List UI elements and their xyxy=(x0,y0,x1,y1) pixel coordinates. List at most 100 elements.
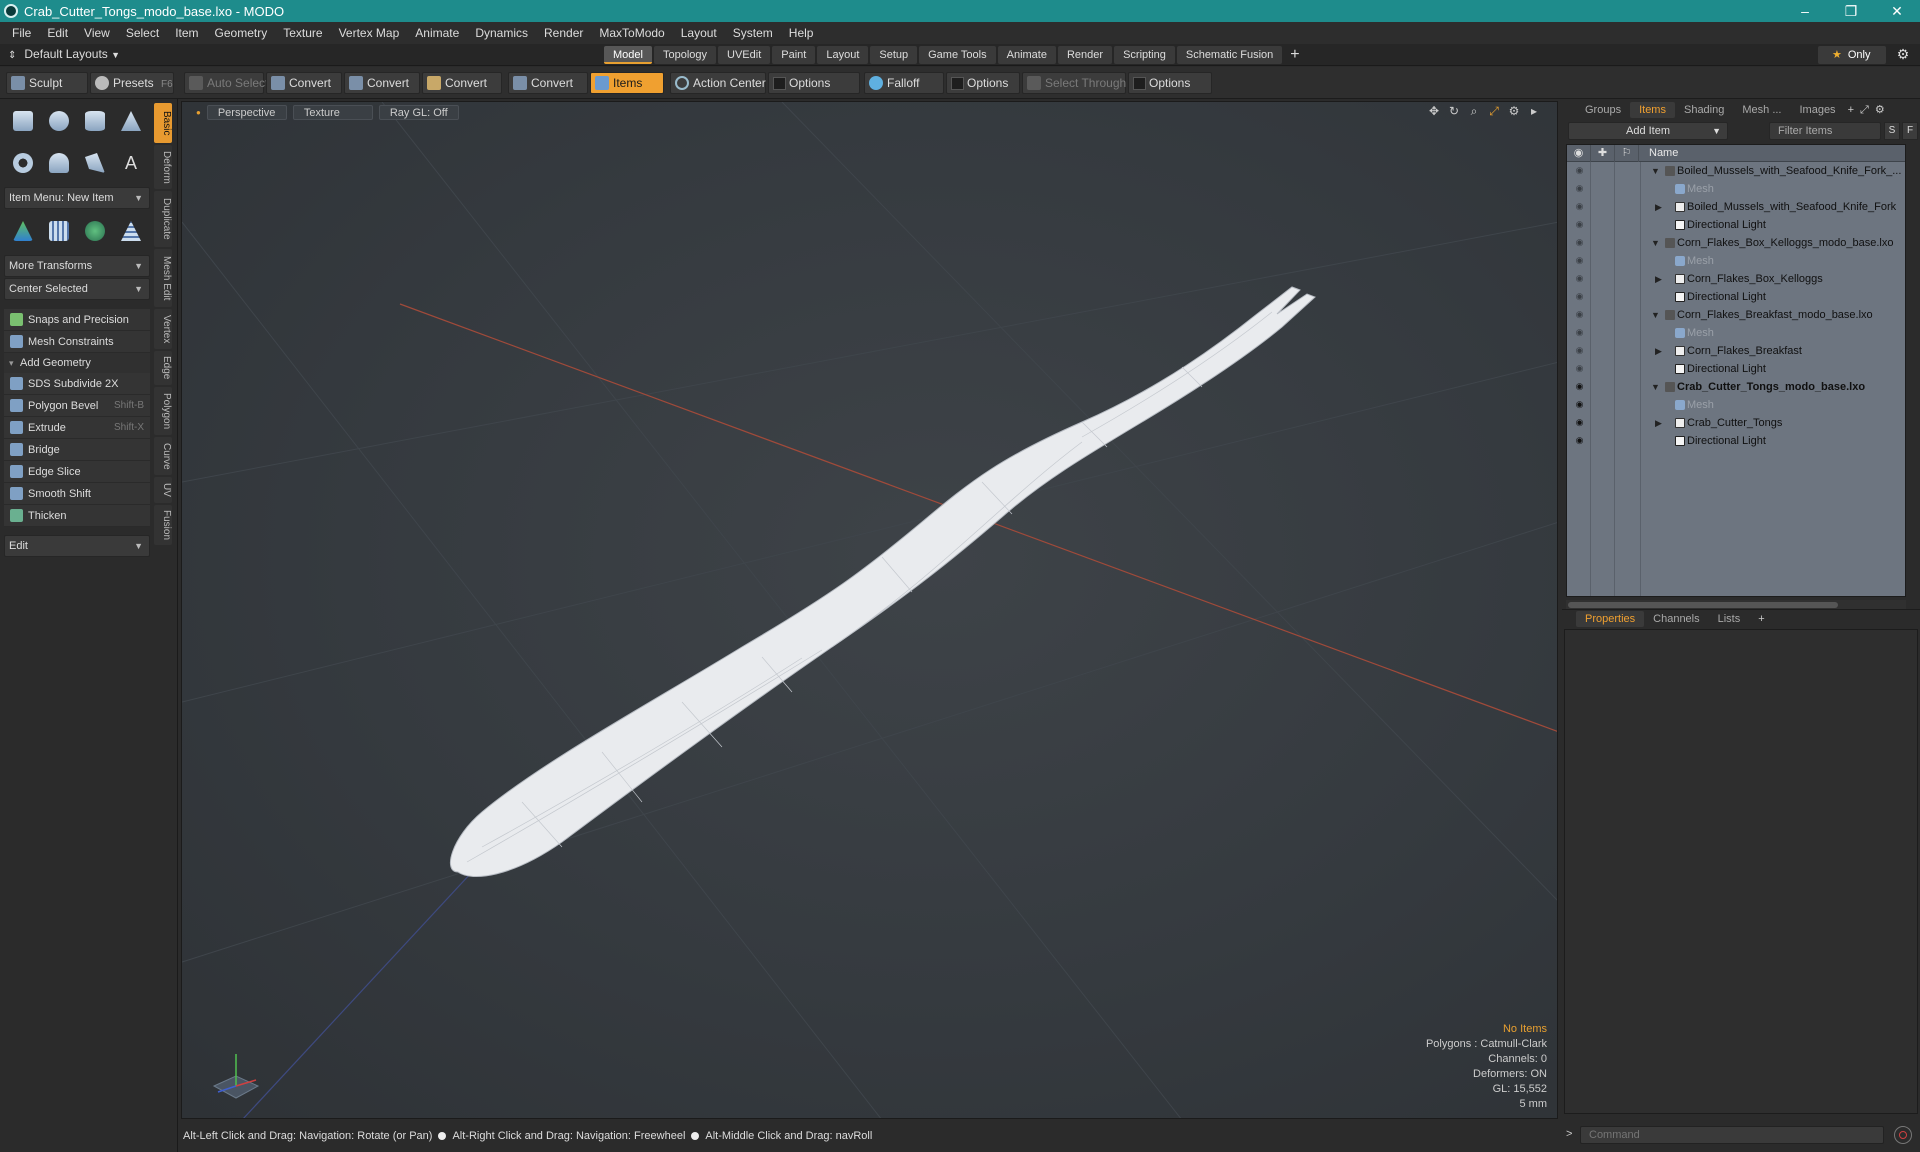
extrude-tool[interactable]: Extrude Shift-X xyxy=(4,417,150,439)
tab-shading[interactable]: Shading xyxy=(1675,102,1733,118)
menu-select[interactable]: Select xyxy=(118,22,167,44)
convert-edges-button[interactable]: Convert xyxy=(344,72,420,94)
tab-game-tools[interactable]: Game Tools xyxy=(919,46,996,64)
tab-lists[interactable]: Lists xyxy=(1709,611,1750,627)
expand-triangle-icon[interactable]: ▶ xyxy=(1655,342,1662,360)
collapse-triangle-icon[interactable]: ▼ xyxy=(1651,234,1660,252)
visibility-eye-icon[interactable]: ◉ xyxy=(1574,435,1585,446)
viewport-menu-dot[interactable]: ● xyxy=(196,108,201,117)
visibility-eye-icon[interactable]: ◉ xyxy=(1574,381,1585,392)
cone-tool[interactable] xyxy=(114,105,148,137)
select-through-options[interactable]: Options xyxy=(1128,72,1212,94)
tab-topology[interactable]: Topology xyxy=(653,46,717,64)
pen-tool[interactable] xyxy=(78,147,112,179)
render-column-icon[interactable]: ⚐ xyxy=(1615,145,1639,162)
f-button[interactable]: F xyxy=(1902,122,1918,140)
tree-row[interactable]: ◉ Directional Light xyxy=(1567,216,1905,234)
tree-row[interactable]: ◉ Directional Light xyxy=(1567,288,1905,306)
collapse-triangle-icon[interactable]: ▼ xyxy=(1651,378,1660,396)
polygon-bevel-tool[interactable]: Polygon Bevel Shift-B xyxy=(4,395,150,417)
add-tab-icon[interactable]: + xyxy=(1845,102,1857,118)
tab-groups[interactable]: Groups xyxy=(1576,102,1630,118)
shading-dropdown[interactable]: Texture xyxy=(292,104,373,120)
menu-item[interactable]: Item xyxy=(167,22,206,44)
tree-row[interactable]: ◉ Directional Light xyxy=(1567,360,1905,378)
tab-uvedit[interactable]: UVEdit xyxy=(718,46,771,64)
sds-subdivide-tool[interactable]: SDS Subdivide 2X xyxy=(4,373,150,395)
visibility-eye-icon[interactable]: ◉ xyxy=(1574,345,1585,356)
vtab-deform[interactable]: Deform xyxy=(154,145,172,189)
view-mode-dropdown[interactable]: Perspective xyxy=(206,104,287,120)
menu-system[interactable]: System xyxy=(725,22,781,44)
menu-help[interactable]: Help xyxy=(781,22,822,44)
gear-icon[interactable]: ⚙ xyxy=(1894,46,1912,64)
vtab-edge[interactable]: Edge xyxy=(154,351,172,385)
menu-view[interactable]: View xyxy=(76,22,118,44)
maximize-button[interactable]: ❐ xyxy=(1828,0,1874,22)
vtab-duplicate[interactable]: Duplicate xyxy=(154,191,172,247)
filter-items-input[interactable]: Filter Items xyxy=(1769,122,1881,140)
tree-row[interactable]: ◉ Mesh xyxy=(1567,180,1905,198)
tree-row[interactable]: ◉ Directional Light xyxy=(1567,432,1905,450)
tree-row[interactable]: ◉ Mesh xyxy=(1567,396,1905,414)
vtab-curve[interactable]: Curve xyxy=(154,437,172,475)
tree-row[interactable]: ◉ ▼ Corn_Flakes_Breakfast_modo_base.lxo xyxy=(1567,306,1905,324)
action-center-button[interactable]: Action Center xyxy=(670,72,766,94)
tab-render[interactable]: Render xyxy=(1057,46,1113,64)
visibility-eye-icon[interactable]: ◉ xyxy=(1574,309,1585,320)
cube-tool[interactable] xyxy=(6,105,40,137)
maximize-viewport-icon[interactable]: ⤢ xyxy=(1487,104,1501,118)
tree-row[interactable]: ◉ ▼ Corn_Flakes_Box_Kelloggs_modo_base.lxo xyxy=(1567,234,1905,252)
visibility-eye-icon[interactable]: ◉ xyxy=(1574,201,1585,212)
sphere-tool[interactable] xyxy=(42,105,76,137)
ruler-tool[interactable] xyxy=(114,215,148,247)
vtab-uv[interactable]: UV xyxy=(154,477,172,503)
menu-layout[interactable]: Layout xyxy=(673,22,725,44)
tree-row[interactable]: ◉ ▼ Boiled_Mussels_with_Seafood_Knife_Fork… xyxy=(1567,162,1905,180)
tab-channels[interactable]: Channels xyxy=(1644,611,1708,627)
falloff-options[interactable]: Options xyxy=(946,72,1020,94)
tree-row[interactable]: ◉ ▶ Corn_Flakes_Breakfast xyxy=(1567,342,1905,360)
tree-row[interactable]: ◉ ▶ Boiled_Mussels_with_Seafood_Knife_Fork xyxy=(1567,198,1905,216)
add-tab-icon[interactable]: + xyxy=(1749,611,1773,627)
text-tool[interactable]: A xyxy=(114,147,148,179)
vtab-fusion[interactable]: Fusion xyxy=(154,505,172,545)
visibility-eye-icon[interactable]: ◉ xyxy=(1574,273,1585,284)
menu-file[interactable]: File xyxy=(4,22,39,44)
add-tab-icon[interactable]: + xyxy=(1284,46,1305,64)
viewport-settings-icon[interactable]: ⚙ xyxy=(1507,104,1521,118)
tree-row[interactable]: ◉ ▼ Crab_Cutter_Tongs_modo_base.lxo xyxy=(1567,378,1905,396)
menu-vertex-map[interactable]: Vertex Map xyxy=(331,22,408,44)
menu-dynamics[interactable]: Dynamics xyxy=(467,22,536,44)
expand-icon[interactable]: ⤢ xyxy=(1857,102,1872,118)
tab-properties[interactable]: Properties xyxy=(1576,610,1645,627)
raygl-toggle[interactable]: Ray GL: Off xyxy=(378,104,459,120)
menu-edit[interactable]: Edit xyxy=(39,22,76,44)
add-geometry-header[interactable]: Add Geometry xyxy=(4,353,150,373)
falloff-button[interactable]: Falloff xyxy=(864,72,944,94)
visibility-eye-icon[interactable]: ◉ xyxy=(1574,183,1585,194)
cylinder-tool[interactable] xyxy=(78,105,112,137)
tab-animate[interactable]: Animate xyxy=(997,46,1056,64)
snaps-precision-button[interactable]: Snaps and Precision xyxy=(4,309,150,331)
vtab-basic[interactable]: Basic xyxy=(154,103,172,143)
scroll-thumb[interactable] xyxy=(1568,602,1838,608)
vtab-polygon[interactable]: Polygon xyxy=(154,387,172,435)
tree-row[interactable]: ◉ ▶ Crab_Cutter_Tongs xyxy=(1567,414,1905,432)
visibility-eye-icon[interactable]: ◉ xyxy=(1574,399,1585,410)
visibility-eye-icon[interactable]: ◉ xyxy=(1574,417,1585,428)
action-center-options[interactable]: Options xyxy=(768,72,860,94)
visibility-eye-icon[interactable]: ◉ xyxy=(1574,363,1585,374)
add-item-dropdown[interactable]: Add Item ▼ xyxy=(1568,122,1728,140)
convert-materials-button[interactable]: Convert xyxy=(508,72,588,94)
smooth-shift-tool[interactable]: Smooth Shift xyxy=(4,483,150,505)
thicken-tool[interactable]: Thicken xyxy=(4,505,150,527)
visibility-eye-icon[interactable]: ◉ xyxy=(1574,237,1585,248)
torus-tool[interactable] xyxy=(6,147,40,179)
viewport-more-icon[interactable]: ▸ xyxy=(1527,104,1541,118)
mesh-constraints-button[interactable]: Mesh Constraints xyxy=(4,331,150,353)
convert-polygons-button[interactable]: Convert xyxy=(422,72,502,94)
tab-mesh[interactable]: Mesh ... xyxy=(1733,102,1790,118)
visibility-eye-icon[interactable]: ◉ xyxy=(1574,165,1585,176)
tree-row[interactable]: ◉ Mesh xyxy=(1567,252,1905,270)
